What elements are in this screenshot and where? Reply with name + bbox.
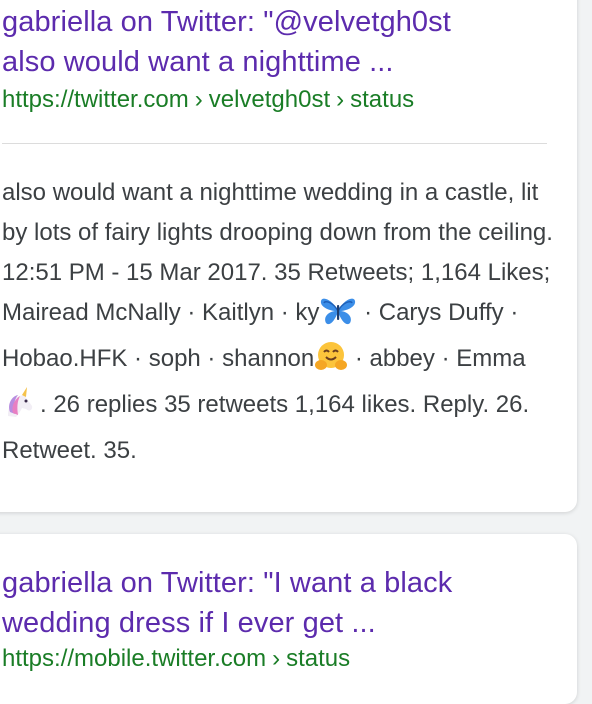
result-snippet: also would want a nighttime wedding in a… bbox=[2, 173, 554, 471]
result-url-breadcrumb[interactable]: https://twitter.com › velvetgh0st › status bbox=[2, 85, 414, 115]
result-title-link[interactable]: gabriella on Twitter: "I want a black we… bbox=[2, 563, 562, 643]
breadcrumb-separator: › bbox=[272, 645, 281, 672]
result-url-path: velvetgh0st bbox=[208, 86, 331, 113]
search-result-card: gabriella on Twitter: "I want a black we… bbox=[0, 534, 577, 704]
result-title-line: wedding dress if I ever get ... bbox=[2, 607, 376, 639]
result-title-line: gabriella on Twitter: "@velvetgh0st bbox=[2, 6, 451, 38]
snippet-text: . 26 replies 35 retweets 1,164 likes. Re… bbox=[2, 391, 530, 464]
butterfly-icon bbox=[319, 296, 357, 339]
result-title-line: gabriella on Twitter: "I want a black bbox=[2, 567, 453, 599]
search-result-card: gabriella on Twitter: "@velvetgh0st also… bbox=[0, 0, 577, 512]
divider bbox=[2, 143, 547, 144]
breadcrumb-separator: › bbox=[194, 86, 203, 113]
unicorn-icon bbox=[2, 386, 40, 431]
result-title-link[interactable]: gabriella on Twitter: "@velvetgh0st also… bbox=[2, 2, 562, 82]
result-url-domain: https://mobile.twitter.com bbox=[2, 645, 267, 672]
hugging-face-icon bbox=[314, 340, 348, 385]
breadcrumb-separator: › bbox=[336, 86, 345, 113]
snippet-text: · abbey · Emma bbox=[348, 345, 526, 372]
result-url-path: status bbox=[350, 86, 415, 113]
result-title-line: also would want a nighttime ... bbox=[2, 46, 394, 78]
result-url-breadcrumb[interactable]: https://mobile.twitter.com › status bbox=[2, 644, 350, 674]
result-url-domain: https://twitter.com bbox=[2, 86, 189, 113]
result-url-path: status bbox=[286, 645, 351, 672]
